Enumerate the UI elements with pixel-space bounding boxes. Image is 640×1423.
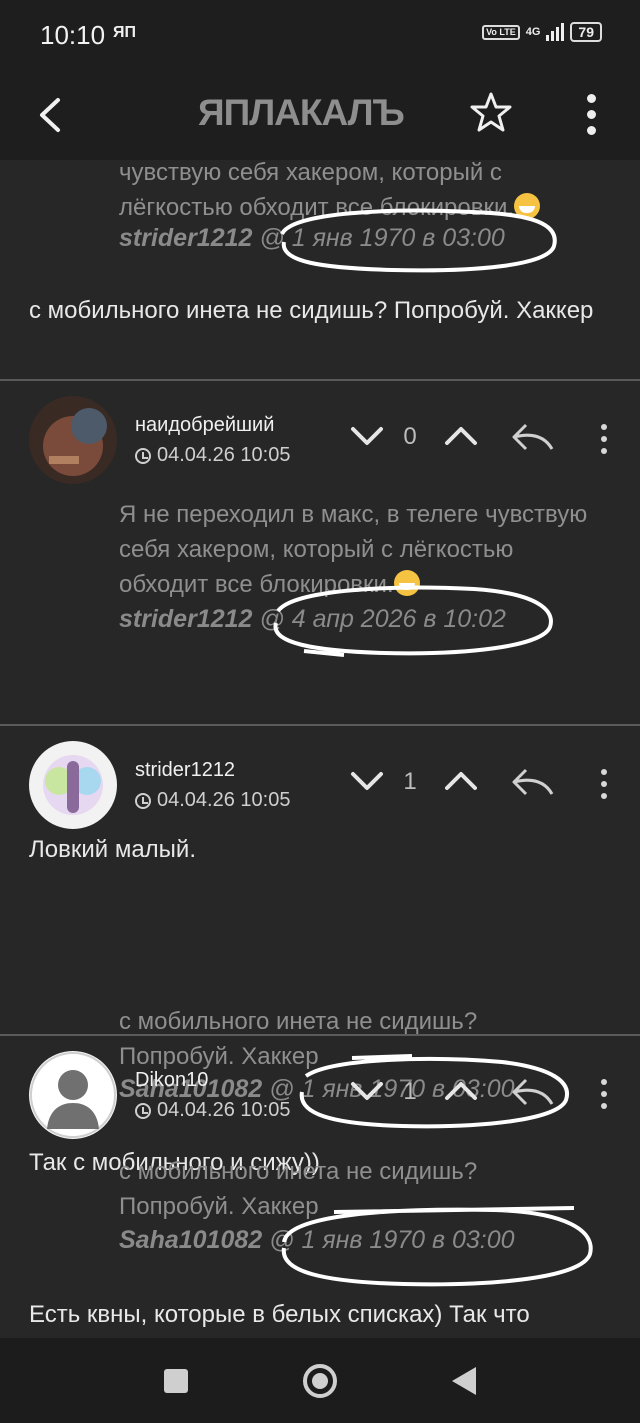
author-name[interactable]: strider1212 bbox=[135, 759, 235, 782]
hand-drawn-circle bbox=[273, 585, 553, 657]
clock-icon bbox=[135, 1102, 151, 1119]
battery-icon: 79 bbox=[570, 22, 602, 42]
vote-up-icon[interactable] bbox=[444, 1080, 478, 1102]
avatar[interactable] bbox=[29, 396, 117, 484]
quote-author[interactable]: strider1212 bbox=[119, 605, 252, 633]
vote-down-icon[interactable] bbox=[350, 770, 384, 792]
comment-body: с мобильного инета не сидишь? Попробуй. … bbox=[29, 297, 594, 324]
vote-up-icon[interactable] bbox=[444, 770, 478, 792]
app-bar: ЯПЛАКАЛЪ bbox=[0, 70, 640, 160]
avatar[interactable] bbox=[29, 741, 117, 829]
status-bar: 10:10 ЯП Vo LTE 4G 79 bbox=[0, 0, 640, 70]
hand-drawn-circle bbox=[280, 208, 557, 273]
clock-icon bbox=[135, 447, 151, 464]
vote-down-icon[interactable] bbox=[350, 1080, 384, 1102]
reply-icon[interactable] bbox=[510, 766, 556, 800]
divider bbox=[0, 724, 640, 726]
comment-body: Есть квны, которые в белых списках) Так … bbox=[29, 1301, 530, 1328]
recents-square-icon[interactable] bbox=[164, 1369, 188, 1393]
system-nav-bar bbox=[0, 1338, 640, 1423]
reply-icon[interactable] bbox=[510, 1076, 556, 1110]
author-name[interactable]: Dikon10 bbox=[135, 1069, 208, 1092]
comment-more-icon[interactable] bbox=[594, 419, 614, 459]
reply-icon[interactable] bbox=[510, 421, 556, 455]
status-time: 10:10 bbox=[40, 20, 106, 50]
quote-author[interactable]: strider1212 bbox=[119, 224, 252, 252]
yaplakal-notification-icon: ЯП bbox=[113, 24, 136, 41]
comment-more-icon[interactable] bbox=[594, 1074, 614, 1114]
author-name[interactable]: наидобрейший bbox=[135, 414, 274, 437]
kebab-menu-icon[interactable] bbox=[574, 88, 608, 140]
divider bbox=[0, 1034, 640, 1036]
vote-down-icon[interactable] bbox=[350, 425, 384, 447]
network-type: 4G bbox=[525, 26, 541, 38]
avatar[interactable] bbox=[29, 1051, 117, 1139]
vote-count: 1 bbox=[403, 1078, 417, 1105]
back-arrow-icon[interactable] bbox=[28, 90, 78, 140]
post-date: 04.04.26 10:05 bbox=[135, 444, 290, 467]
vote-count: 1 bbox=[403, 768, 417, 795]
signal-icon bbox=[546, 23, 565, 41]
quote-author[interactable]: Saha101082 bbox=[119, 1226, 262, 1254]
volte-icon: Vo LTE bbox=[482, 24, 520, 40]
post-date: 04.04.26 10:05 bbox=[135, 789, 290, 812]
post-date: 04.04.26 10:05 bbox=[135, 1099, 290, 1122]
star-icon[interactable] bbox=[466, 88, 516, 138]
comment-more-icon[interactable] bbox=[594, 764, 614, 804]
clock-icon bbox=[135, 792, 151, 809]
comments-feed[interactable]: чувствую себя хакером, который с лёгкост… bbox=[0, 160, 640, 1338]
status-icons: Vo LTE 4G 79 bbox=[482, 22, 602, 42]
site-logo[interactable]: ЯПЛАКАЛЪ bbox=[198, 92, 405, 134]
back-triangle-icon[interactable] bbox=[452, 1367, 476, 1395]
vote-count: 0 bbox=[403, 423, 417, 450]
vote-up-icon[interactable] bbox=[444, 425, 478, 447]
hand-drawn-circle bbox=[281, 1206, 593, 1287]
divider bbox=[0, 379, 640, 381]
home-circle-icon[interactable] bbox=[303, 1364, 337, 1398]
comment-body: Ловкий малый. bbox=[29, 836, 197, 863]
